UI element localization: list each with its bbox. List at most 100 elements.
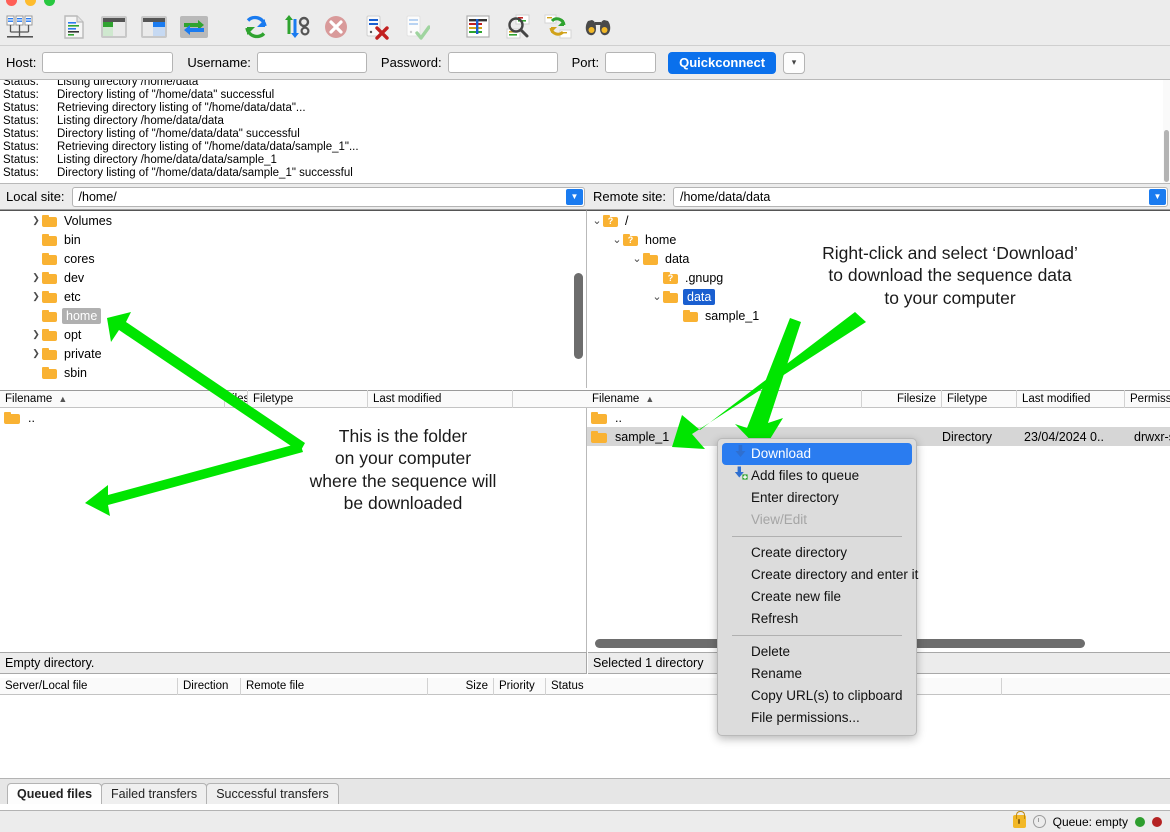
host-input[interactable] [42, 52, 174, 73]
tab-queued-files[interactable]: Queued files [7, 783, 103, 804]
tree-twisty-icon[interactable]: ⌄ [611, 234, 623, 245]
toggle-local-tree-icon[interactable] [94, 9, 134, 45]
sort-asc-icon: ▲ [58, 394, 68, 404]
folder-icon [42, 328, 57, 341]
remote-directory-tree[interactable]: ⌄? / ⌄? home ⌄ data? .gnupg ⌄ data sample_1 [587, 210, 1170, 388]
tree-twisty-icon[interactable]: ❯ [30, 348, 42, 359]
tree-item[interactable]: home [0, 306, 586, 325]
context-menu-item-refresh[interactable]: Refresh [718, 608, 916, 630]
remote-col-filename[interactable]: Filename ▲ [587, 390, 862, 408]
tree-item[interactable]: ❯ opt [0, 325, 586, 344]
tree-item[interactable]: ⌄ data [587, 287, 1170, 306]
context-menu-item-label: Refresh [751, 611, 799, 626]
context-menu-item-delete[interactable]: Delete [718, 641, 916, 663]
tree-item[interactable]: ❯ private [0, 344, 586, 363]
file-row[interactable]: .. [587, 408, 1170, 427]
remote-site-input[interactable]: /home/data/data ▼ [672, 186, 1168, 207]
local-col-filesize[interactable]: Filesize [225, 390, 248, 408]
queue-col-server-local-file[interactable]: Server/Local file [0, 677, 178, 695]
tree-item[interactable]: bin [0, 230, 586, 249]
local-col-last-modified[interactable]: Last modified [368, 390, 513, 408]
queue-col-direction[interactable]: Direction [178, 677, 241, 695]
context-menu-item-enter-directory[interactable]: Enter directory [718, 487, 916, 509]
context-menu-item-file-permissions[interactable]: File permissions... [718, 707, 916, 729]
context-menu-item-create-directory[interactable]: Create directory [718, 542, 916, 564]
message-log-scroll-thumb[interactable] [1164, 130, 1169, 182]
tree-item[interactable]: ❯ etc [0, 287, 586, 306]
local-directory-tree[interactable]: ❯ Volumes bin cores ❯ dev ❯ etc home ❯ opt ❯ private… [0, 210, 587, 388]
quickconnect-bar: Host: Username: Password: Port: Quickcon… [0, 46, 1170, 80]
queue-status-text: Queue: empty [1052, 814, 1128, 829]
tree-item[interactable]: ⌄ data [587, 249, 1170, 268]
tree-item[interactable]: sbin [0, 363, 586, 382]
quickconnect-history-dropdown[interactable]: ▾ [783, 51, 806, 74]
toggle-message-log-icon[interactable] [54, 9, 94, 45]
remote-col-filetype[interactable]: Filetype [942, 390, 1017, 408]
context-menu-item-create-new-file[interactable]: Create new file [718, 586, 916, 608]
synchronized-browsing-icon[interactable] [538, 9, 578, 45]
context-menu-item-add-files-to-queue[interactable]: Add files to queue [718, 465, 916, 487]
minimize-window-icon[interactable] [25, 0, 36, 6]
compare-directories-icon[interactable] [498, 9, 538, 45]
queue-col-size[interactable]: Size [428, 677, 494, 695]
process-queue-icon[interactable] [276, 9, 316, 45]
tree-twisty-icon[interactable]: ❯ [30, 291, 42, 302]
tree-item[interactable]: ⌄? / [587, 211, 1170, 230]
find-files-icon[interactable] [578, 9, 618, 45]
context-menu-item-download[interactable]: Download [722, 443, 912, 465]
context-menu-item-rename[interactable]: Rename [718, 663, 916, 685]
local-site-input[interactable]: /home/ ▼ [71, 186, 585, 207]
remote-file-context-menu[interactable]: Download Add files to queue Enter director… [717, 438, 918, 736]
remote-col-last-modified[interactable]: Last modified [1017, 390, 1125, 408]
tree-item[interactable]: cores [0, 249, 586, 268]
local-file-list[interactable]: .. [0, 408, 587, 652]
remote-col-filesize[interactable]: Filesize [862, 390, 942, 408]
tree-twisty-icon[interactable]: ⌄ [631, 253, 643, 264]
site-manager-icon[interactable] [0, 9, 40, 45]
remote-site-dropdown-icon[interactable]: ▼ [1149, 188, 1166, 205]
transfer-queue-body[interactable] [0, 695, 1170, 778]
zoom-window-icon[interactable] [44, 0, 55, 6]
file-row[interactable]: .. [0, 408, 586, 427]
toggle-transfer-queue-icon[interactable] [174, 9, 214, 45]
remote-col-permissions[interactable]: Permissions [1125, 390, 1170, 408]
folder-icon [663, 290, 678, 303]
reconnect-icon[interactable] [396, 9, 436, 45]
local-tree-scroll-thumb[interactable] [574, 273, 583, 359]
tree-twisty-icon[interactable]: ❯ [30, 272, 42, 283]
log-line-key: Status: [3, 89, 39, 101]
username-input[interactable] [256, 52, 367, 73]
tab-successful-transfers[interactable]: Successful transfers [206, 783, 339, 804]
log-line-message: Retrieving directory listing of "/home/d… [57, 102, 306, 114]
tree-item[interactable]: sample_1 [587, 306, 1170, 325]
tree-item[interactable]: ❯ dev [0, 268, 586, 287]
local-col-filename[interactable]: Filename ▲ [0, 390, 225, 408]
port-input[interactable] [605, 52, 657, 73]
close-window-icon[interactable] [6, 0, 17, 6]
tree-twisty-icon[interactable]: ❯ [30, 329, 42, 340]
tree-item[interactable]: ❯ Volumes [0, 211, 586, 230]
tree-item[interactable]: ? .gnupg [587, 268, 1170, 287]
message-log[interactable]: Status: Listing directory /home/data Statu… [0, 80, 1170, 184]
context-menu-item-copy-url-s-to-clipboard[interactable]: Copy URL(s) to clipboard [718, 685, 916, 707]
local-col-filetype[interactable]: Filetype [248, 390, 368, 408]
remote-directory-status-text: Selected 1 directory [593, 656, 704, 670]
cancel-icon[interactable] [316, 9, 356, 45]
tree-twisty-icon[interactable]: ❯ [30, 215, 42, 226]
tree-item-label: data [683, 288, 716, 305]
queue-col-remote-file[interactable]: Remote file [241, 677, 428, 695]
quickconnect-button[interactable]: Quickconnect [668, 51, 777, 74]
tree-twisty-icon[interactable]: ⌄ [591, 215, 603, 226]
context-menu-item-create-directory-and-enter-it[interactable]: Create directory and enter it [718, 564, 918, 586]
message-log-scrollbar[interactable] [1163, 80, 1170, 183]
tree-item[interactable]: ⌄? home [587, 230, 1170, 249]
queue-col-priority[interactable]: Priority [494, 677, 546, 695]
refresh-icon[interactable] [236, 9, 276, 45]
filter-icon[interactable] [458, 9, 498, 45]
local-site-dropdown-icon[interactable]: ▼ [566, 188, 583, 205]
tab-failed-transfers[interactable]: Failed transfers [101, 783, 208, 804]
disconnect-icon[interactable] [356, 9, 396, 45]
toggle-remote-tree-icon[interactable] [134, 9, 174, 45]
tree-twisty-icon[interactable]: ⌄ [651, 291, 663, 302]
password-input[interactable] [447, 52, 558, 73]
